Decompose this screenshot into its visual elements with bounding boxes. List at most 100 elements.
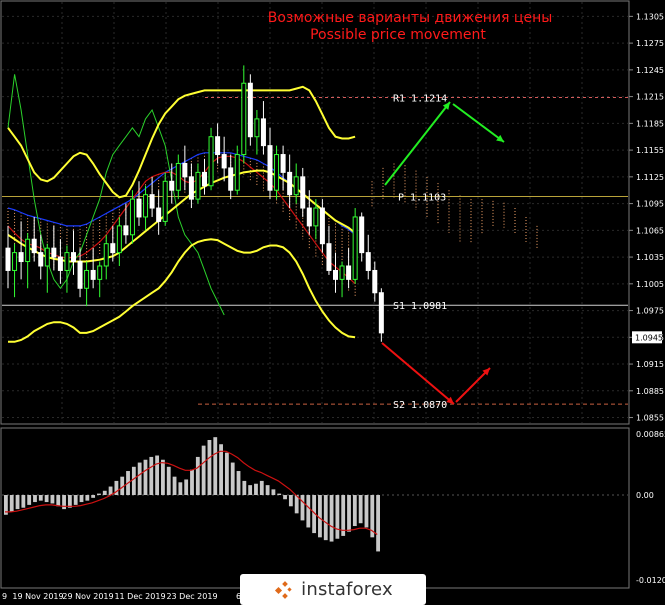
price-axis: 1.1305 1.1275 1.1245 1.1215 1.1185 1.1155 1.11…: [629, 12, 664, 423]
level-label-r1: R1 1.1214: [393, 93, 447, 104]
instaforex-logo-text: instaforex: [301, 579, 393, 600]
candle-body: [339, 265, 345, 280]
time-tick-label: 11 Dec 2019: [114, 592, 165, 601]
title-russian: Возможные варианты движения цены: [268, 10, 553, 26]
oscillator-bar: [376, 495, 380, 552]
price-tick-label: 1.0855: [636, 414, 664, 423]
oscillator-bar: [230, 462, 235, 496]
oscillator-bar: [131, 466, 136, 496]
oscillator-bar: [254, 483, 258, 496]
candle-body: [208, 136, 214, 187]
oscillator-bar: [50, 495, 55, 504]
price-tick-label: 1.0885: [636, 387, 664, 396]
oscillator-bar: [27, 495, 32, 505]
oscillator-bar: [44, 495, 49, 503]
candle-body: [188, 176, 194, 200]
candle-body: [71, 252, 76, 263]
candle-body: [64, 252, 70, 271]
oscillator-bar: [137, 462, 142, 496]
candle-body: [97, 265, 103, 280]
oscillator-bar: [97, 493, 101, 496]
candle-body: [5, 247, 11, 271]
candle-body: [287, 171, 293, 196]
candle-body: [346, 265, 352, 280]
candle-body: [156, 207, 162, 222]
oscillator-bar: [236, 471, 241, 496]
candle-body: [274, 154, 280, 191]
level-label-p: P 1.1103: [398, 192, 446, 203]
price-tick-label: 1.1305: [636, 12, 664, 21]
candle-body: [136, 198, 142, 218]
oscillator-bar: [271, 489, 276, 496]
candle-body: [149, 194, 155, 209]
oscillator-bar: [38, 495, 43, 501]
candle-body: [44, 247, 50, 267]
candle-body: [293, 176, 299, 196]
oscillator-bar: [300, 495, 305, 521]
forecast-arrows: [381, 101, 505, 405]
oscillator-bar: [184, 479, 189, 496]
oscillator-bar: [102, 490, 107, 496]
price-tick-label: 1.1065: [636, 226, 664, 235]
oscillator-bar: [91, 495, 96, 498]
candle-body: [260, 118, 266, 147]
candle-body: [365, 252, 371, 271]
oscillator-bar: [172, 476, 177, 496]
oscillator-bar: [207, 439, 212, 496]
candle-body: [221, 154, 227, 169]
candle-body: [77, 261, 83, 289]
oscillator-bar: [9, 495, 14, 512]
candle-body: [162, 180, 168, 222]
level-label-s1: S1 1.0981: [393, 301, 447, 312]
oscillator-bar: [190, 469, 194, 496]
oscillator-bar: [224, 452, 229, 496]
oscillator-bar: [15, 495, 20, 510]
candle-body: [254, 118, 260, 138]
time-tick-label: 23 Dec 2019: [166, 592, 217, 601]
candle-body: [280, 154, 286, 173]
candle-body: [202, 171, 207, 187]
arrow-down-pullback: [455, 367, 491, 403]
candle-body: [129, 198, 135, 236]
time-tick-label: 29 Nov 2019: [62, 592, 113, 601]
price-tick-label: 1.1125: [636, 173, 664, 182]
oscillator-bar: [161, 459, 165, 496]
oscillator-bar: [213, 437, 218, 496]
oscillator-bar: [155, 455, 160, 496]
price-tick-label: 1.1035: [636, 253, 664, 262]
candle-body: [228, 167, 234, 191]
oscillator-tick-label: 0.00865: [636, 430, 665, 439]
candle-body: [175, 162, 181, 191]
candle-body: [359, 216, 365, 254]
candle-body: [215, 136, 221, 156]
candle-body: [306, 207, 312, 227]
title-english: Possible price movement: [310, 27, 486, 43]
candle-body: [143, 194, 149, 218]
oscillator-bar: [364, 495, 369, 528]
candle-body: [247, 82, 253, 138]
candle-body: [31, 238, 37, 254]
time-axis: 9 19 Nov 201929 Nov 2019 11 Dec 2019 23 Dec…: [2, 592, 256, 601]
candle-body: [90, 269, 96, 280]
candle-body: [110, 243, 116, 254]
price-tick-label: 1.0975: [636, 307, 664, 316]
oscillator-bar: [85, 495, 90, 501]
arrow-up-pullback: [452, 103, 505, 143]
pivot-levels: R1 1.1214 P 1.1103 S1 1.0981 S2 1.0870: [2, 93, 628, 411]
time-tick-label: 19 Nov 2019: [12, 592, 63, 601]
oscillator-bar: [277, 493, 282, 496]
candle-body: [234, 154, 240, 191]
oscillator-bar: [21, 495, 26, 508]
oscillator-bar: [288, 495, 293, 507]
price-tick-label: 1.1215: [636, 93, 664, 102]
oscillator-bar: [259, 480, 264, 496]
oscillator-bar: [283, 495, 287, 500]
candle-body: [378, 292, 384, 334]
oscillator-bar: [265, 485, 270, 496]
candle-body: [51, 247, 57, 258]
oscillator-histogram: 0.00865 0.00 -0.01205: [2, 430, 665, 585]
candle-body: [38, 252, 44, 267]
candle-body: [300, 176, 306, 209]
candle-body: [333, 269, 338, 280]
oscillator-bar: [306, 495, 311, 528]
